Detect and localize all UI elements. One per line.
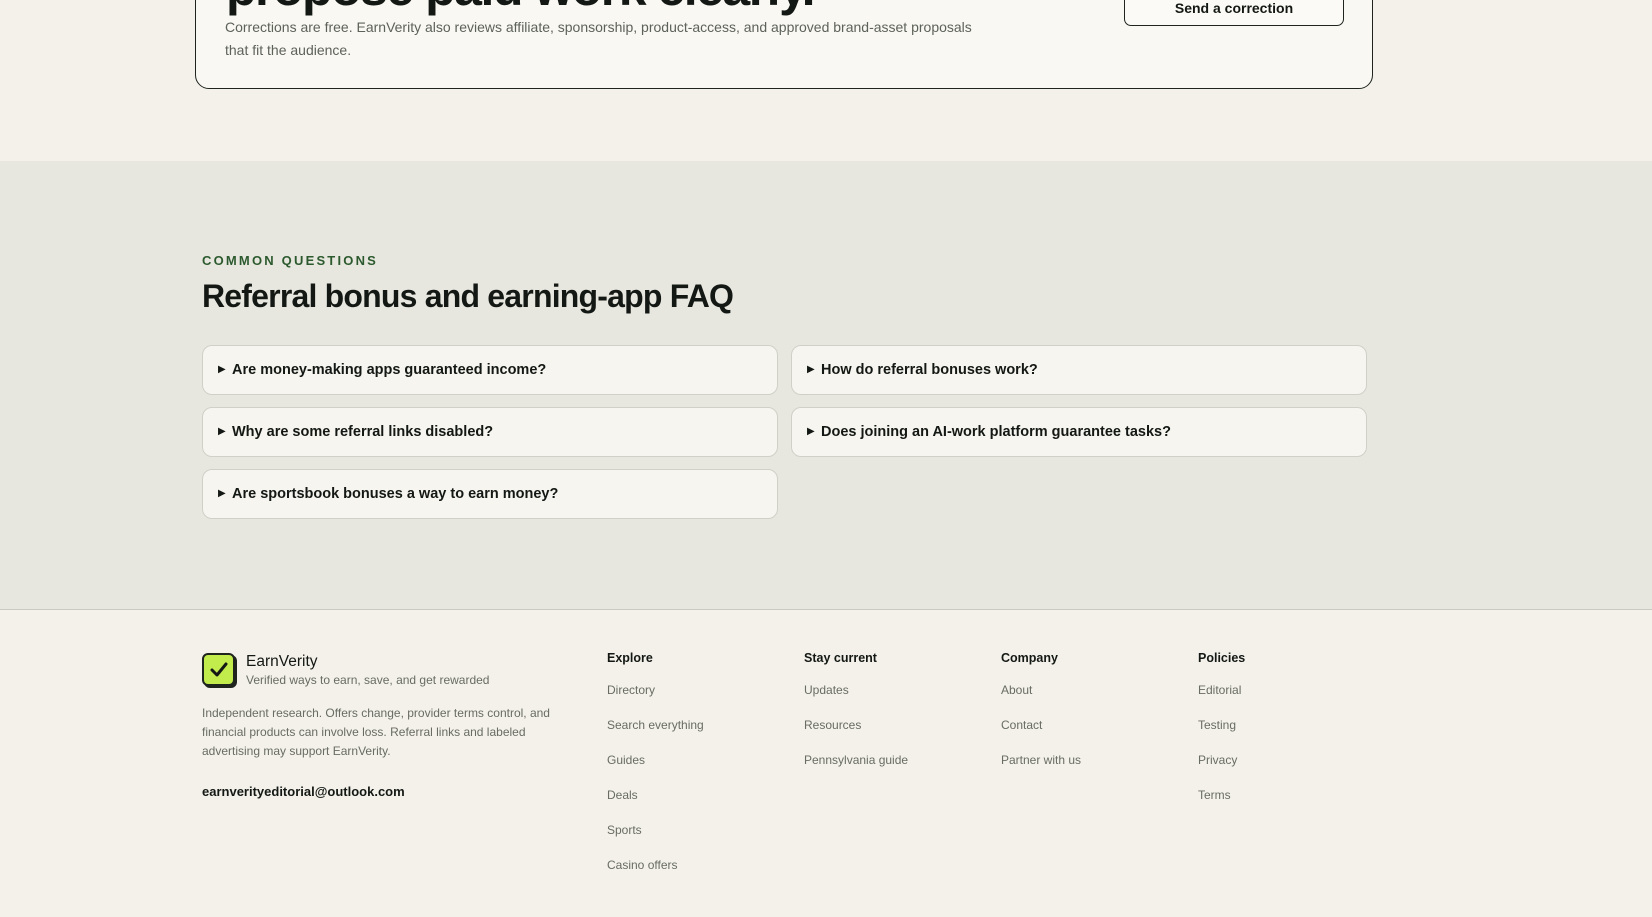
faq-item[interactable]: ▶ How do referral bonuses work? [791,345,1367,395]
footer-link-about[interactable]: About [1001,683,1032,697]
triangle-right-icon: ▶ [218,364,226,375]
faq-section: COMMON QUESTIONS Referral bonus and earn… [0,161,1652,610]
correction-cta-card: propose paid work clearly. Corrections a… [195,0,1373,89]
brand-name: EarnVerity [246,653,318,670]
triangle-right-icon: ▶ [218,488,226,499]
footer-link-guides[interactable]: Guides [607,753,645,767]
footer-link-search-everything[interactable]: Search everything [607,718,704,732]
contact-email-link[interactable]: earnverityeditorial@outlook.com [202,784,405,799]
footer-link-sports[interactable]: Sports [607,823,642,837]
faq-item[interactable]: ▶ Are money-making apps guaranteed incom… [202,345,778,395]
triangle-right-icon: ▶ [807,426,815,437]
footer-link-directory[interactable]: Directory [607,683,655,697]
brand-description: Independent research. Offers change, pro… [202,706,550,758]
footer-link-casino-offers[interactable]: Casino offers [607,858,677,872]
faq-item[interactable]: ▶ Are sportsbook bonuses a way to earn m… [202,469,778,519]
footer-link-contact[interactable]: Contact [1001,718,1042,732]
faq-item[interactable]: ▶ Why are some referral links disabled? [202,407,778,457]
footer-column-title: Stay current [804,651,877,665]
footer-link-pennsylvania-guide[interactable]: Pennsylvania guide [804,753,908,767]
send-correction-button[interactable]: Send a correction [1124,0,1344,26]
footer-link-privacy[interactable]: Privacy [1198,753,1237,767]
brand-tagline: Verified ways to earn, save, and get rew… [246,673,490,687]
faq-eyebrow: COMMON QUESTIONS [202,253,379,268]
triangle-right-icon: ▶ [218,426,226,437]
footer-column-stay-current: Stay current Updates Resources Pennsylva… [804,651,908,767]
site-footer: EarnVerity Verified ways to earn, save, … [0,610,1652,917]
faq-item[interactable]: ▶ Does joining an AI-work platform guara… [791,407,1367,457]
faq-question: Are money-making apps guaranteed income? [232,362,547,378]
brand-logo[interactable] [202,653,235,686]
footer-link-deals[interactable]: Deals [607,788,638,802]
footer-column-company: Company About Contact Partner with us [1001,651,1081,767]
footer-column-title: Policies [1198,651,1246,665]
checkmark-icon [210,662,228,677]
faq-title: Referral bonus and earning-app FAQ [202,278,734,314]
faq-question: How do referral bonuses work? [821,362,1038,378]
cta-description: Corrections are free. EarnVerity also re… [225,19,972,58]
footer-link-resources[interactable]: Resources [804,718,861,732]
faq-question: Are sportsbook bonuses a way to earn mon… [232,486,559,502]
footer-link-partner-with-us[interactable]: Partner with us [1001,753,1081,767]
faq-question: Why are some referral links disabled? [232,424,494,440]
footer-column-title: Explore [607,651,653,665]
footer-column-explore: Explore Directory Search everything Guid… [607,651,704,872]
footer-link-testing[interactable]: Testing [1198,718,1236,732]
footer-link-terms[interactable]: Terms [1198,788,1231,802]
footer-column-policies: Policies Editorial Testing Privacy Terms [1198,651,1246,802]
footer-link-editorial[interactable]: Editorial [1198,683,1241,697]
faq-question: Does joining an AI-work platform guarant… [821,424,1171,440]
cta-heading: propose paid work clearly. [226,0,816,13]
triangle-right-icon: ▶ [807,364,815,375]
footer-link-updates[interactable]: Updates [804,683,849,697]
correction-cta-section: propose paid work clearly. Corrections a… [0,0,1652,161]
footer-column-title: Company [1001,651,1058,665]
